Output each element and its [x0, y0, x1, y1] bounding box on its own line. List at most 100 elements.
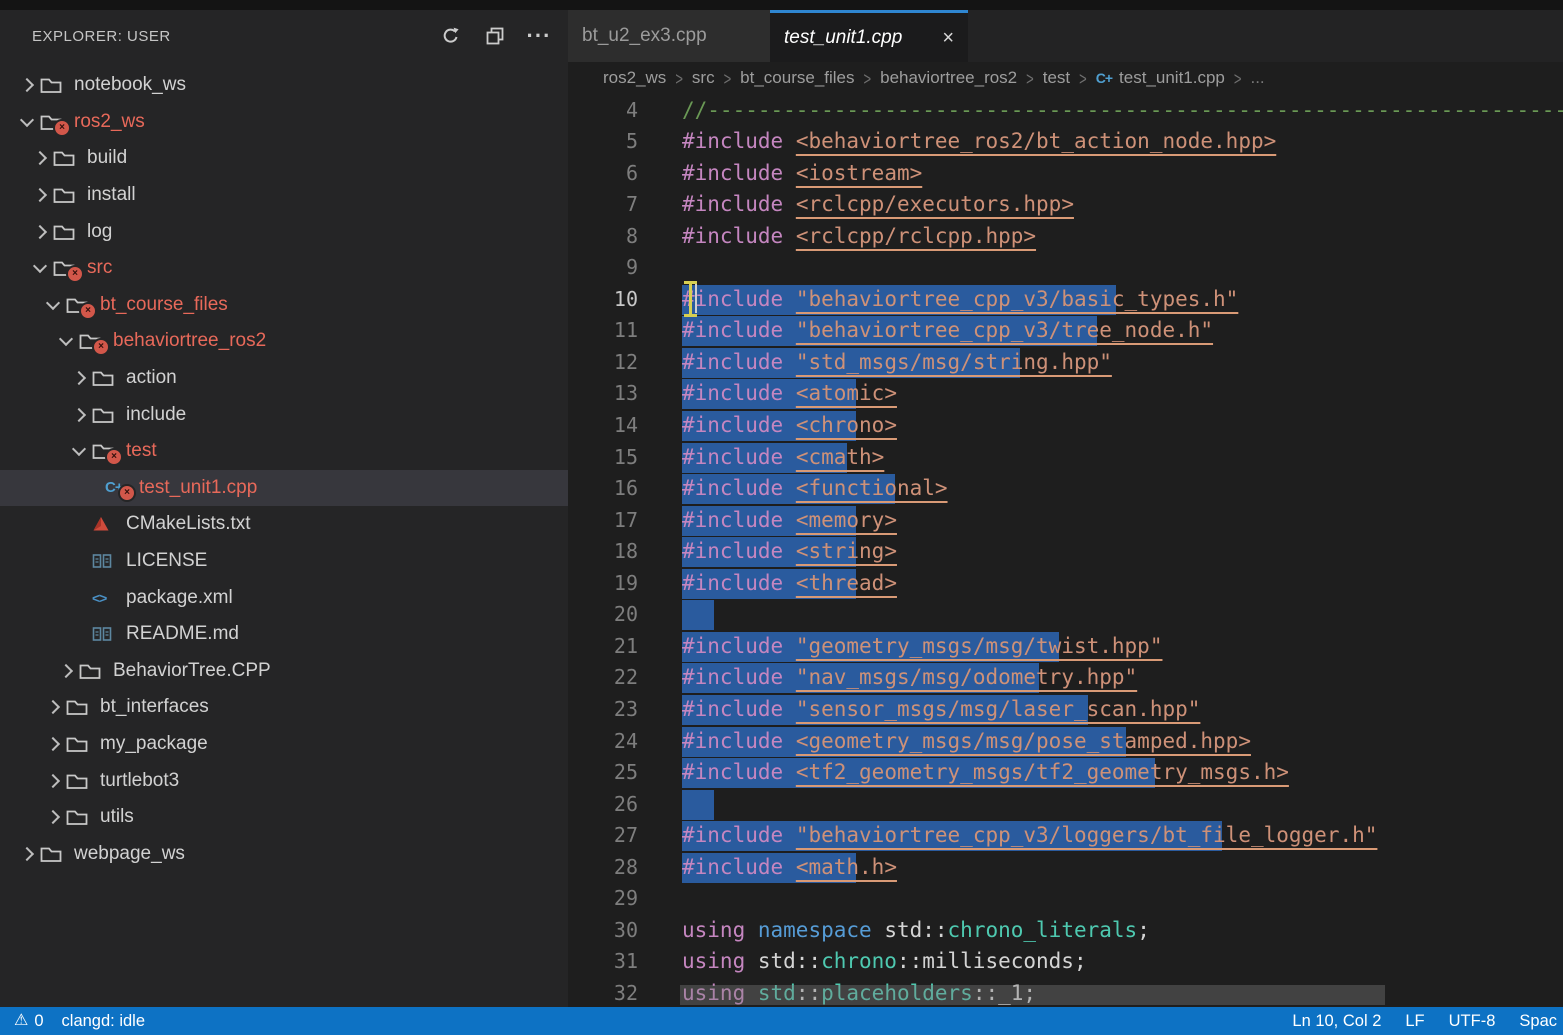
line-number[interactable]: 8 [568, 221, 638, 253]
line-number[interactable]: 7 [568, 189, 638, 221]
code-line-24[interactable]: 24#include <geometry_msgs/msg/pose_stamp… [568, 726, 1563, 758]
chevron-right-icon[interactable] [27, 153, 53, 163]
code-line-26[interactable]: 26 [568, 789, 1563, 821]
chevron-down-icon[interactable] [66, 448, 92, 454]
chevron-right-icon[interactable] [40, 702, 66, 712]
breadcrumb-item-test[interactable]: test [1043, 68, 1070, 88]
tree-item-turtlebot3[interactable]: turtlebot3 [0, 762, 568, 799]
line-number[interactable]: 15 [568, 442, 638, 474]
collapse-folders-icon[interactable] [484, 25, 506, 47]
code-line-19[interactable]: 19#include <thread> [568, 568, 1563, 600]
chevron-right-icon[interactable] [27, 227, 53, 237]
code-line-6[interactable]: 6#include <iostream> [568, 158, 1563, 190]
line-number[interactable]: 28 [568, 852, 638, 884]
tree-item-my_package[interactable]: my_package [0, 726, 568, 763]
horizontal-scrollbar[interactable] [680, 985, 1385, 1005]
tree-item-LICENSE[interactable]: LICENSE [0, 543, 568, 580]
code-line-20[interactable]: 20 [568, 599, 1563, 631]
code-line-25[interactable]: 25#include <tf2_geometry_msgs/tf2_geomet… [568, 757, 1563, 789]
code-line-27[interactable]: 27#include "behaviortree_cpp_v3/loggers/… [568, 820, 1563, 852]
tree-item-include[interactable]: include [0, 396, 568, 433]
chevron-right-icon[interactable] [40, 776, 66, 786]
code-line-23[interactable]: 23#include "sensor_msgs/msg/laser_scan.h… [568, 694, 1563, 726]
code-line-10[interactable]: 10#include "behaviortree_cpp_v3/basic_ty… [568, 284, 1563, 316]
breadcrumb-item-src[interactable]: src [692, 68, 715, 88]
line-number[interactable]: 5 [568, 126, 638, 158]
tree-item-test[interactable]: ×test [0, 433, 568, 470]
code-line-8[interactable]: 8#include <rclcpp/rclcpp.hpp> [568, 221, 1563, 253]
code-line-16[interactable]: 16#include <functional> [568, 473, 1563, 505]
line-number[interactable]: 24 [568, 726, 638, 758]
code-line-11[interactable]: 11#include "behaviortree_cpp_v3/tree_nod… [568, 315, 1563, 347]
tree-item-test_unit1.cpp[interactable]: C+×test_unit1.cpp [0, 470, 568, 507]
chevron-right-icon[interactable] [40, 812, 66, 822]
problems-indicator[interactable]: ⚠0 [8, 1012, 50, 1031]
tab-bt_u2_ex3.cpp[interactable]: bt_u2_ex3.cpp [568, 10, 770, 62]
line-number[interactable]: 30 [568, 915, 638, 947]
line-number[interactable]: 12 [568, 347, 638, 379]
tree-item-log[interactable]: log [0, 213, 568, 250]
code-line-22[interactable]: 22#include "nav_msgs/msg/odometry.hpp" [568, 662, 1563, 694]
code-editor[interactable]: 4//-------------------------------------… [568, 94, 1563, 1007]
tree-item-notebook_ws[interactable]: notebook_ws [0, 67, 568, 104]
tree-item-README.md[interactable]: README.md [0, 616, 568, 653]
line-number[interactable]: 16 [568, 473, 638, 505]
code-line-28[interactable]: 28#include <math.h> [568, 852, 1563, 884]
chevron-down-icon[interactable] [40, 302, 66, 308]
more-actions-icon[interactable]: ··· [528, 25, 550, 47]
encoding[interactable]: UTF-8 [1443, 1012, 1502, 1031]
line-number[interactable]: 17 [568, 505, 638, 537]
tree-item-CMakeLists.txt[interactable]: CMakeLists.txt [0, 506, 568, 543]
tree-item-build[interactable]: build [0, 140, 568, 177]
breadcrumb-item-ros2_ws[interactable]: ros2_ws [603, 68, 666, 88]
line-number[interactable]: 4 [568, 95, 638, 127]
code-line-12[interactable]: 12#include "std_msgs/msg/string.hpp" [568, 347, 1563, 379]
chevron-right-icon[interactable] [53, 666, 79, 676]
refresh-icon[interactable] [440, 25, 462, 47]
code-line-4[interactable]: 4//-------------------------------------… [568, 95, 1563, 127]
code-line-13[interactable]: 13#include <atomic> [568, 378, 1563, 410]
close-icon[interactable]: × [942, 28, 954, 48]
code-line-7[interactable]: 7#include <rclcpp/executors.hpp> [568, 189, 1563, 221]
line-number[interactable]: 11 [568, 315, 638, 347]
code-line-9[interactable]: 9 [568, 252, 1563, 284]
line-number[interactable]: 6 [568, 158, 638, 190]
tree-item-src[interactable]: ×src [0, 250, 568, 287]
tree-item-utils[interactable]: utils [0, 799, 568, 836]
code-line-14[interactable]: 14#include <chrono> [568, 410, 1563, 442]
code-line-29[interactable]: 29 [568, 883, 1563, 915]
chevron-down-icon[interactable] [14, 119, 40, 125]
tree-item-bt_course_files[interactable]: ×bt_course_files [0, 287, 568, 324]
chevron-right-icon[interactable] [27, 190, 53, 200]
line-number[interactable]: 23 [568, 694, 638, 726]
code-line-30[interactable]: 30using namespace std::chrono_literals; [568, 915, 1563, 947]
tree-item-webpage_ws[interactable]: webpage_ws [0, 835, 568, 872]
tree-item-behaviortree_ros2[interactable]: ×behaviortree_ros2 [0, 323, 568, 360]
line-number[interactable]: 26 [568, 789, 638, 821]
code-line-17[interactable]: 17#include <memory> [568, 505, 1563, 537]
line-number[interactable]: 22 [568, 662, 638, 694]
code-line-5[interactable]: 5#include <behaviortree_ros2/bt_action_n… [568, 126, 1563, 158]
line-number[interactable]: 18 [568, 536, 638, 568]
eol-sequence[interactable]: LF [1399, 1012, 1430, 1031]
breadcrumb-item-...[interactable]: ... [1250, 68, 1264, 88]
code-line-31[interactable]: 31using std::chrono::milliseconds; [568, 946, 1563, 978]
line-number[interactable]: 10 [568, 284, 638, 316]
tree-item-package.xml[interactable]: <>package.xml [0, 579, 568, 616]
breadcrumb-item-test_unit1.cpp[interactable]: test_unit1.cpp [1119, 68, 1225, 88]
line-number[interactable]: 32 [568, 978, 638, 1007]
code-line-15[interactable]: 15#include <cmath> [568, 442, 1563, 474]
line-number[interactable]: 9 [568, 252, 638, 284]
chevron-right-icon[interactable] [40, 739, 66, 749]
line-number[interactable]: 19 [568, 568, 638, 600]
indentation[interactable]: Spac [1513, 1012, 1563, 1031]
line-number[interactable]: 14 [568, 410, 638, 442]
breadcrumb-item-bt_course_files[interactable]: bt_course_files [740, 68, 854, 88]
line-number[interactable]: 13 [568, 378, 638, 410]
tree-item-install[interactable]: install [0, 177, 568, 214]
clangd-status[interactable]: clangd: idle [56, 1012, 151, 1031]
line-number[interactable]: 29 [568, 883, 638, 915]
tab-test_unit1.cpp[interactable]: test_unit1.cpp× [770, 10, 968, 62]
line-number[interactable]: 27 [568, 820, 638, 852]
chevron-right-icon[interactable] [66, 373, 92, 383]
